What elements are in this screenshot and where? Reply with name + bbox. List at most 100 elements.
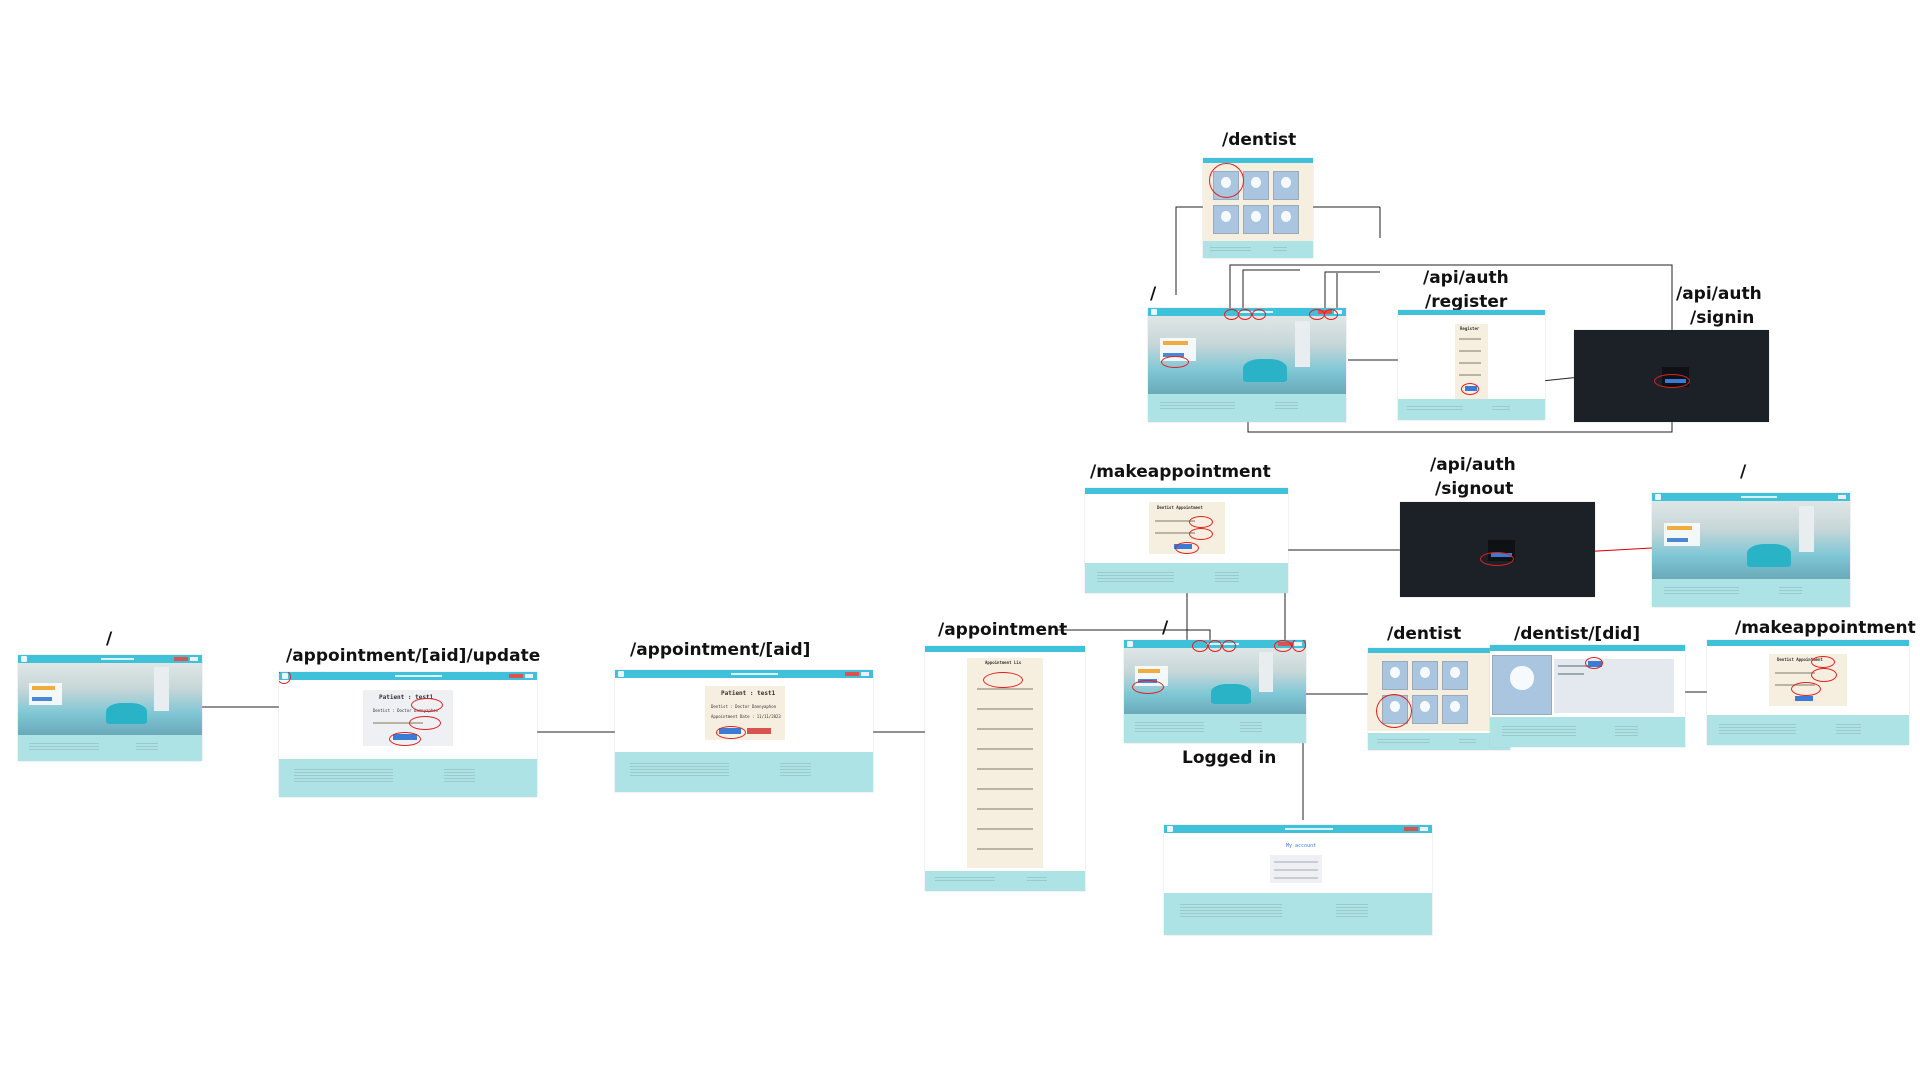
highlight-circle (983, 672, 1023, 688)
dentist-card[interactable] (1243, 205, 1269, 234)
dentist-card[interactable] (1273, 171, 1299, 200)
highlight-circle (1480, 552, 1514, 566)
connector (1242, 269, 1300, 310)
navbar (279, 672, 537, 680)
highlight-circle (1238, 309, 1252, 320)
highlight-circle (1376, 694, 1412, 728)
connector (1284, 549, 1400, 640)
screenshot-dentist-detail[interactable] (1490, 645, 1685, 747)
patient-title: Patient : test1 (721, 690, 776, 697)
appointment-form: Dentist Appointment (1769, 654, 1847, 706)
screenshot-appointment-aid[interactable]: Patient : test1 Dentist : Doctor Dannyap… (615, 670, 873, 792)
route-label-appointment: /appointment (938, 620, 1068, 640)
route-label-api-signout-line2: /signout (1435, 479, 1514, 499)
footer (1707, 715, 1909, 745)
screenshot-signout[interactable] (1400, 502, 1595, 597)
footer (1203, 241, 1313, 258)
highlight-circle (1192, 640, 1208, 652)
screenshot-root-right[interactable] (1652, 493, 1850, 607)
route-label-api-register-line1: /api/auth (1423, 268, 1509, 288)
route-label-appointment-update: /appointment/[aid]/update (286, 646, 541, 666)
highlight-circle (1461, 383, 1479, 395)
screenshot-register[interactable]: Register (1398, 310, 1545, 420)
highlight-circle (716, 726, 746, 739)
hero (1652, 501, 1850, 579)
highlight-circle (389, 732, 421, 746)
screenshot-makeappointment-top[interactable]: Dentist Appointment (1085, 488, 1288, 593)
footer (1124, 714, 1306, 743)
dentist-card[interactable] (1213, 205, 1239, 234)
footer (279, 759, 537, 797)
dentist-card[interactable] (1273, 205, 1299, 234)
dentist-card[interactable] (1442, 661, 1468, 690)
highlight-circle (1585, 657, 1603, 669)
dentist-card[interactable] (1442, 695, 1468, 724)
route-label-api-signin-line1: /api/auth (1676, 284, 1762, 304)
highlight-circle (1175, 542, 1199, 554)
navbar (1707, 640, 1909, 646)
dentist-card[interactable] (1382, 661, 1408, 690)
route-label-root-right: / (1740, 462, 1747, 482)
account-title: My account (1286, 843, 1317, 849)
dentist-card[interactable] (1412, 661, 1438, 690)
screenshot-signin[interactable] (1574, 330, 1769, 422)
form-title: Dentist Appointment (1157, 505, 1203, 510)
list-title: Appointment Lis (985, 660, 1022, 665)
highlight-circle (1161, 356, 1189, 368)
footer (1148, 394, 1346, 422)
route-label-logged-in: Logged in (1182, 748, 1277, 768)
screenshot-my-account[interactable]: My account (1164, 825, 1432, 935)
screenshot-root-logged-in[interactable] (1124, 640, 1306, 743)
screenshot-makeappointment-right[interactable]: Dentist Appointment (1707, 640, 1909, 745)
hero (1148, 316, 1346, 394)
footer (615, 752, 873, 792)
dentist-card[interactable] (1412, 695, 1438, 724)
navbar (1652, 493, 1850, 501)
delete-button[interactable] (747, 728, 771, 734)
highlight-circle (1208, 640, 1222, 652)
connector (202, 674, 283, 708)
screenshot-dentist-top[interactable] (1203, 158, 1313, 258)
route-label-root-top: / (1150, 284, 1157, 304)
submit-button[interactable] (1795, 696, 1813, 701)
screenshot-appointment-list[interactable]: Appointment Lis (925, 646, 1085, 891)
route-label-api-signout-line1: /api/auth (1430, 455, 1516, 475)
route-label-root-left: / (106, 629, 113, 649)
dentist-line: Dentist : Doctor Dannyaphon (711, 704, 777, 709)
highlight-circle (409, 716, 441, 730)
highlight-circle (1132, 680, 1164, 694)
route-label-api-signin-line2: /signin (1690, 308, 1755, 328)
footer (1368, 733, 1510, 750)
hero (18, 663, 202, 735)
footer (1164, 893, 1432, 935)
screenshot-appointment-update[interactable]: Patient : test1 Dentist : Doctor Dannyap… (279, 672, 537, 797)
highlight-circle (1324, 309, 1338, 320)
screenshot-root-left[interactable] (18, 655, 202, 761)
screenshot-dentist-mid[interactable] (1368, 648, 1510, 750)
dentist-card[interactable] (1243, 171, 1269, 200)
route-label-dentist-did: /dentist/[did] (1514, 624, 1641, 644)
highlight-circle (1309, 309, 1325, 320)
highlight-circle (1791, 682, 1821, 696)
route-label-root-center: / (1162, 618, 1169, 638)
route-label-dentist-top: /dentist (1222, 130, 1297, 150)
screenshot-root-top[interactable] (1148, 308, 1346, 422)
highlight-circle (411, 698, 443, 712)
dentist-info (1554, 659, 1674, 713)
highlight-circle (1252, 309, 1266, 320)
connector (1175, 206, 1178, 295)
highlight-circle (1274, 640, 1292, 652)
navbar (925, 646, 1085, 652)
highlight-circle (1189, 528, 1213, 540)
highlight-circle (1654, 374, 1690, 388)
date-line: Appointment Date : 11/11/2023 (711, 714, 781, 719)
route-label-appointment-aid: /appointment/[aid] (630, 640, 811, 660)
navbar (1164, 825, 1432, 833)
navbar (1490, 645, 1685, 651)
route-label-makeappointment-top: /makeappointment (1090, 462, 1271, 482)
footer (1490, 717, 1685, 747)
highlight-circle (1209, 163, 1244, 198)
footer (1085, 563, 1288, 593)
navbar (615, 670, 873, 678)
highlight-circle (1811, 668, 1837, 682)
